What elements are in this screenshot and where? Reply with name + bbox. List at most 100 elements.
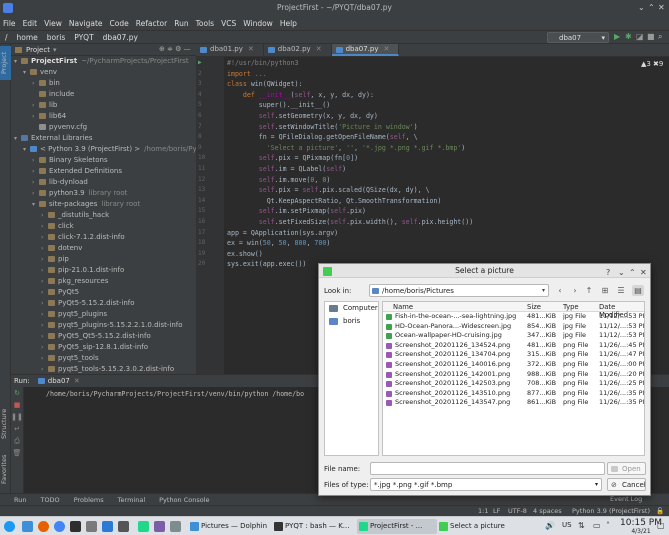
- chevron-icon[interactable]: ▾: [14, 56, 21, 67]
- clock[interactable]: 10:15 PM 4/3/21: [620, 518, 662, 535]
- firefox-icon[interactable]: [38, 521, 49, 532]
- place-computer[interactable]: Computer: [325, 302, 378, 315]
- file-row[interactable]: Ocean-wallpaper-HD-cruising.jpg 347...KiB…: [383, 331, 644, 341]
- tree-item[interactable]: › lib64: [11, 111, 196, 122]
- project-panel-tools[interactable]: ⊕ ≑ ⚙ —: [159, 45, 191, 53]
- chevron-icon[interactable]: ▾: [14, 133, 21, 144]
- tab-dba02-py[interactable]: dba02.py ✕: [264, 44, 332, 56]
- folder-icon[interactable]: [22, 521, 33, 532]
- file-row[interactable]: Screenshot_20201126_134704.png 315...KiB p…: [383, 350, 644, 360]
- file-row[interactable]: Screenshot_20201126_134524.png 481...KiB p…: [383, 341, 644, 351]
- menu-item-file[interactable]: File: [3, 19, 16, 28]
- menu-item-edit[interactable]: Edit: [23, 19, 38, 28]
- menu-item-view[interactable]: View: [44, 19, 62, 28]
- chevron-icon[interactable]: ›: [41, 353, 48, 364]
- tree-item[interactable]: › click: [11, 221, 196, 232]
- tree-item[interactable]: ▾ venv: [11, 67, 196, 78]
- chevron-icon[interactable]: ›: [41, 254, 48, 265]
- chevron-icon[interactable]: ›: [41, 232, 48, 243]
- run-configuration-select[interactable]: dba07 ▾: [547, 32, 609, 43]
- taskbar-window[interactable]: Select a picture: [437, 519, 517, 534]
- lock-icon[interactable]: 🔓: [656, 507, 664, 515]
- menu-item-run[interactable]: Run: [174, 19, 188, 28]
- chevron-icon[interactable]: ›: [32, 188, 39, 199]
- tree-item[interactable]: › dotenv: [11, 243, 196, 254]
- tree-item[interactable]: › click-7.1.2.dist-info: [11, 232, 196, 243]
- project-tool-tab[interactable]: Project: [0, 46, 11, 80]
- project-panel-title[interactable]: Project: [26, 46, 50, 54]
- tree-item[interactable]: › pyqt5_plugins-5.15.2.2.1.0.dist-info: [11, 320, 196, 331]
- chevron-icon[interactable]: ›: [41, 287, 48, 298]
- close-icon[interactable]: ✕: [658, 3, 665, 13]
- bottom-tab-problems[interactable]: Problems: [74, 496, 104, 504]
- structure-tool-tab[interactable]: Structure: [0, 402, 11, 446]
- breadcrumb-item[interactable]: boris: [47, 33, 65, 42]
- tree-item[interactable]: › pip-21.0.1.dist-info: [11, 265, 196, 276]
- open-button[interactable]: Open: [607, 462, 646, 475]
- tree-item[interactable]: › pip: [11, 254, 196, 265]
- caret-position[interactable]: 1:1: [478, 507, 488, 515]
- chevron-icon[interactable]: ›: [32, 100, 39, 111]
- terminal-icon[interactable]: [70, 521, 81, 532]
- back-icon[interactable]: ‹: [554, 285, 566, 296]
- bottom-tab-run[interactable]: Run: [14, 496, 26, 504]
- run-tab[interactable]: dba07: [48, 377, 70, 385]
- menu-item-code[interactable]: Code: [110, 19, 129, 28]
- tree-item[interactable]: pyvenv.cfg: [11, 122, 196, 133]
- menu-item-window[interactable]: Window: [243, 19, 273, 28]
- tree-item[interactable]: › PyQt5_sip-12.8.1.dist-info: [11, 342, 196, 353]
- taskbar-window[interactable]: ProjectFirst - ...: [357, 519, 437, 534]
- app-icon[interactable]: [170, 521, 181, 532]
- bottom-tab-terminal[interactable]: Terminal: [118, 496, 145, 504]
- tree-item[interactable]: ▾ < Python 3.9 (ProjectFirst) >/home/bori…: [11, 144, 196, 155]
- favorites-tool-tab[interactable]: Favorites: [0, 449, 11, 489]
- file-row[interactable]: Screenshot_20201126_143510.png 877...KiB p…: [383, 389, 644, 399]
- pycharm-icon[interactable]: [138, 521, 149, 532]
- tree-item[interactable]: › PyQt5: [11, 287, 196, 298]
- chevron-icon[interactable]: ›: [41, 243, 48, 254]
- close-icon[interactable]: ✕: [248, 45, 254, 53]
- chevron-down-icon[interactable]: ▾: [53, 46, 57, 54]
- forward-icon[interactable]: ›: [569, 285, 581, 296]
- chevron-icon[interactable]: ▾: [23, 144, 30, 155]
- tree-item[interactable]: ▾ site-packages library root: [11, 199, 196, 210]
- column-name[interactable]: Name: [393, 303, 413, 311]
- taskbar-window[interactable]: PYQT : bash — K...: [272, 519, 352, 534]
- tree-item[interactable]: › bin: [11, 78, 196, 89]
- tab-dba07-py[interactable]: dba07.py ✕: [331, 44, 400, 56]
- help-icon[interactable]: ?: [606, 266, 610, 280]
- tree-item[interactable]: › Binary Skeletons: [11, 155, 196, 166]
- file-encoding[interactable]: UTF-8: [508, 507, 527, 515]
- tree-item[interactable]: ▾ External Libraries: [11, 133, 196, 144]
- vscode-icon[interactable]: [102, 521, 113, 532]
- rerun-icon[interactable]: ↻: [11, 387, 23, 399]
- line-separator[interactable]: LF: [493, 507, 500, 515]
- close-icon[interactable]: ✕: [640, 266, 647, 280]
- chevron-icon[interactable]: ›: [41, 309, 48, 320]
- chevron-icon[interactable]: ›: [41, 221, 48, 232]
- parent-dir-icon[interactable]: ↑: [583, 285, 595, 296]
- breadcrumb-item[interactable]: dba07.py: [103, 33, 138, 42]
- place-boris[interactable]: boris: [325, 315, 378, 328]
- file-row[interactable]: HD-Ocean-Panora...-Widescreen.jpg 854...K…: [383, 322, 644, 332]
- column-size[interactable]: Size: [527, 303, 541, 311]
- file-row[interactable]: Fish-in-the-ocean-...-sea-lightning.jpg 4…: [383, 312, 644, 322]
- chrome-icon[interactable]: [54, 521, 65, 532]
- chevron-icon[interactable]: ›: [41, 276, 48, 287]
- tree-item[interactable]: › PyQt5-5.15.2.dist-info: [11, 298, 196, 309]
- coverage-icon[interactable]: ◪: [636, 32, 644, 41]
- trash-icon[interactable]: 🗑: [11, 447, 23, 459]
- vmware-icon[interactable]: [86, 521, 97, 532]
- tree-item[interactable]: › python3.9 library root: [11, 188, 196, 199]
- stop-icon[interactable]: ■: [647, 32, 655, 41]
- chevron-icon[interactable]: ▾: [32, 199, 39, 210]
- battery-icon[interactable]: ▭: [593, 521, 601, 530]
- menu-item-vcs[interactable]: VCS: [221, 19, 236, 28]
- chevron-icon[interactable]: ›: [32, 155, 39, 166]
- app-icon[interactable]: [154, 521, 165, 532]
- tree-item[interactable]: › pyqt5_tools-5.15.2.3.0.2.dist-info: [11, 364, 196, 374]
- chevron-icon[interactable]: ›: [41, 342, 48, 353]
- keyboard-layout[interactable]: US: [562, 521, 572, 529]
- tree-item[interactable]: ▾ ProjectFirst ~/PycharmProjects/ProjectFi…: [11, 56, 196, 67]
- menu-item-help[interactable]: Help: [280, 19, 297, 28]
